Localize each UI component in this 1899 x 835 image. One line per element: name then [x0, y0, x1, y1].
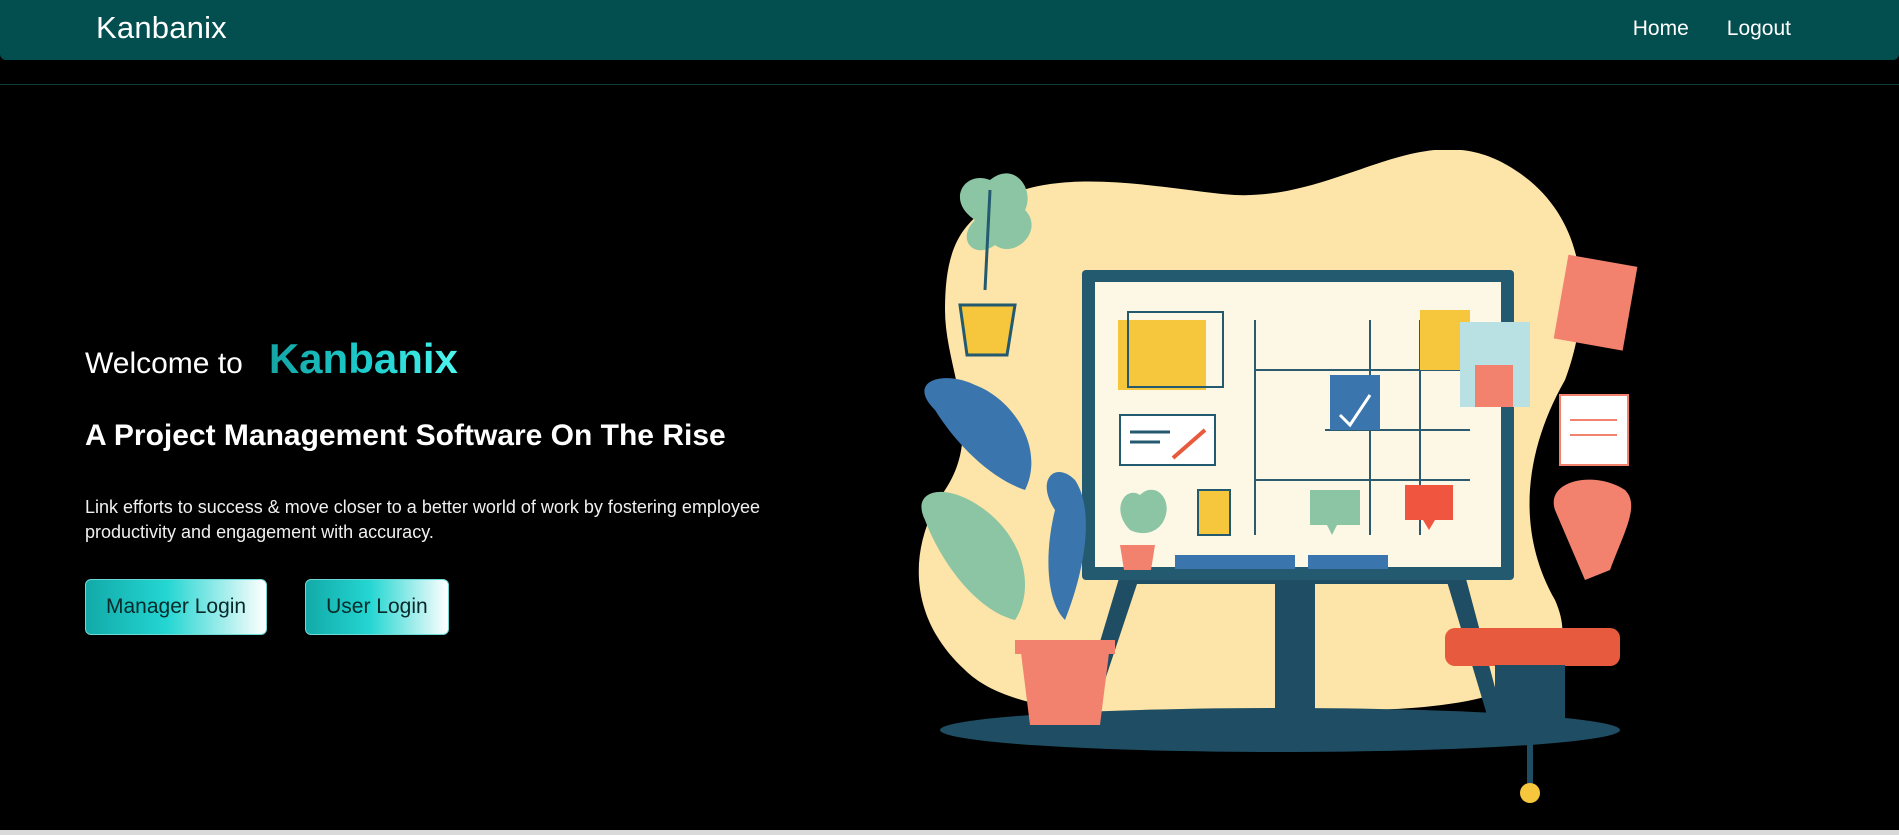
whiteboard	[1082, 270, 1530, 580]
welcome-heading: Welcome to Kanbanix	[85, 335, 805, 383]
hero-tagline: A Project Management Software On The Ris…	[85, 419, 726, 452]
top-navbar: Kanbanix Home Logout	[0, 0, 1899, 60]
nav-logout-link[interactable]: Logout	[1727, 17, 1791, 41]
hero-section: Welcome to Kanbanix A Project Management…	[85, 335, 805, 635]
manager-login-button[interactable]: Manager Login	[85, 579, 268, 635]
brand-logo[interactable]: Kanbanix	[96, 10, 227, 46]
welcome-text: Welcome to	[85, 347, 243, 380]
nav-links: Home Logout	[1633, 17, 1791, 41]
header-divider	[0, 84, 1899, 85]
login-buttons: Manager Login User Login	[85, 579, 805, 635]
user-login-button[interactable]: User Login	[305, 579, 449, 635]
welcome-brand-text: Kanbanix	[268, 335, 458, 382]
nav-home-link[interactable]: Home	[1633, 17, 1689, 41]
kanban-board-illustration	[918, 150, 1638, 803]
hero-description: Link efforts to success & move closer to…	[85, 497, 760, 542]
bottom-scroll-strip	[0, 830, 1899, 835]
